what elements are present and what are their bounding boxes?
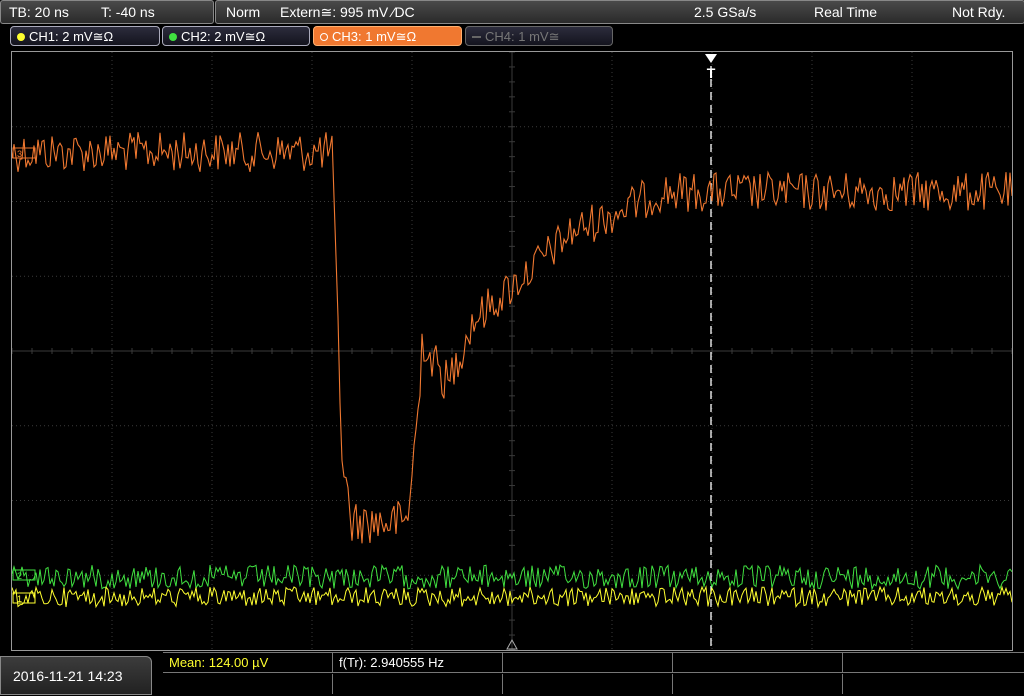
datetime-text: 2016-11-21 14:23 [13, 668, 123, 684]
timebase-value[interactable]: TB: 20 ns [9, 1, 69, 23]
ch2-marker-text: 2 [17, 571, 22, 581]
waveform-canvas[interactable]: T 3 2 1 [12, 52, 1012, 650]
measurement-panel[interactable]: Mean: 124.00 µV f(Tr): 2.940555 Hz [163, 652, 1024, 696]
ch2-indicator-icon [169, 33, 177, 41]
measurement-slot-8[interactable] [503, 674, 673, 694]
datetime-display: 2016-11-21 14:23 [0, 656, 152, 695]
ch3-label: CH3: 1 mV≅Ω [332, 29, 417, 44]
trigger-marker-icon[interactable] [705, 54, 717, 63]
measurement-slot-5[interactable] [843, 653, 1024, 673]
measurement-mean[interactable]: Mean: 124.00 µV [163, 653, 333, 673]
measurement-frequency[interactable]: f(Tr): 2.940555 Hz [333, 653, 503, 673]
measurement-slot-9[interactable] [673, 674, 843, 694]
measurement-slot-4[interactable] [673, 653, 843, 673]
ch2-label: CH2: 2 mV≅Ω [181, 29, 266, 44]
measurement-slot-10[interactable] [843, 674, 1024, 694]
acquisition-mode[interactable]: Real Time [814, 1, 877, 23]
trigger-panel[interactable]: Norm Extern≅: 995 mV ⁄DC 2.5 GSa/s Real … [215, 0, 1024, 24]
tab-ch3[interactable]: CH3: 1 mV≅Ω [313, 26, 462, 46]
trigger-source[interactable]: Extern≅: 995 mV ⁄DC [280, 1, 415, 23]
trigger-mode[interactable]: Norm [226, 1, 260, 23]
graticule [12, 52, 1012, 650]
ch3-indicator-icon [320, 33, 328, 41]
measurement-slot-7[interactable] [333, 674, 503, 694]
status-bar: TB: 20 ns T: -40 ns Norm Extern≅: 995 mV… [0, 0, 1024, 24]
measurement-slot-3[interactable] [503, 653, 673, 673]
channel-tabs: CH1: 2 mV≅Ω CH2: 2 mV≅Ω CH3: 1 mV≅Ω CH4:… [0, 26, 1024, 48]
trigger-offset[interactable]: T: -40 ns [101, 1, 155, 23]
ch3-marker-text: 3 [17, 149, 22, 159]
ch1-label: CH1: 2 mV≅Ω [29, 29, 114, 44]
tab-ch4[interactable]: CH4: 1 mV≅ [465, 26, 613, 46]
ch4-indicator-icon [472, 36, 481, 38]
sample-rate[interactable]: 2.5 GSa/s [694, 1, 756, 23]
ch1-indicator-icon [17, 33, 25, 41]
trigger-status: Not Rdy. [952, 4, 1006, 20]
measurement-slot-6[interactable] [163, 674, 333, 694]
ch4-label: CH4: 1 mV≅ [485, 29, 560, 44]
tab-ch1[interactable]: CH1: 2 mV≅Ω [10, 26, 160, 46]
timebase-panel[interactable]: TB: 20 ns T: -40 ns [0, 0, 214, 24]
waveform-display[interactable]: T 3 2 1 [11, 51, 1013, 651]
trigger-label: T [707, 65, 716, 81]
ch1-marker-text: 1 [17, 594, 22, 604]
tab-ch2[interactable]: CH2: 2 mV≅Ω [162, 26, 310, 46]
